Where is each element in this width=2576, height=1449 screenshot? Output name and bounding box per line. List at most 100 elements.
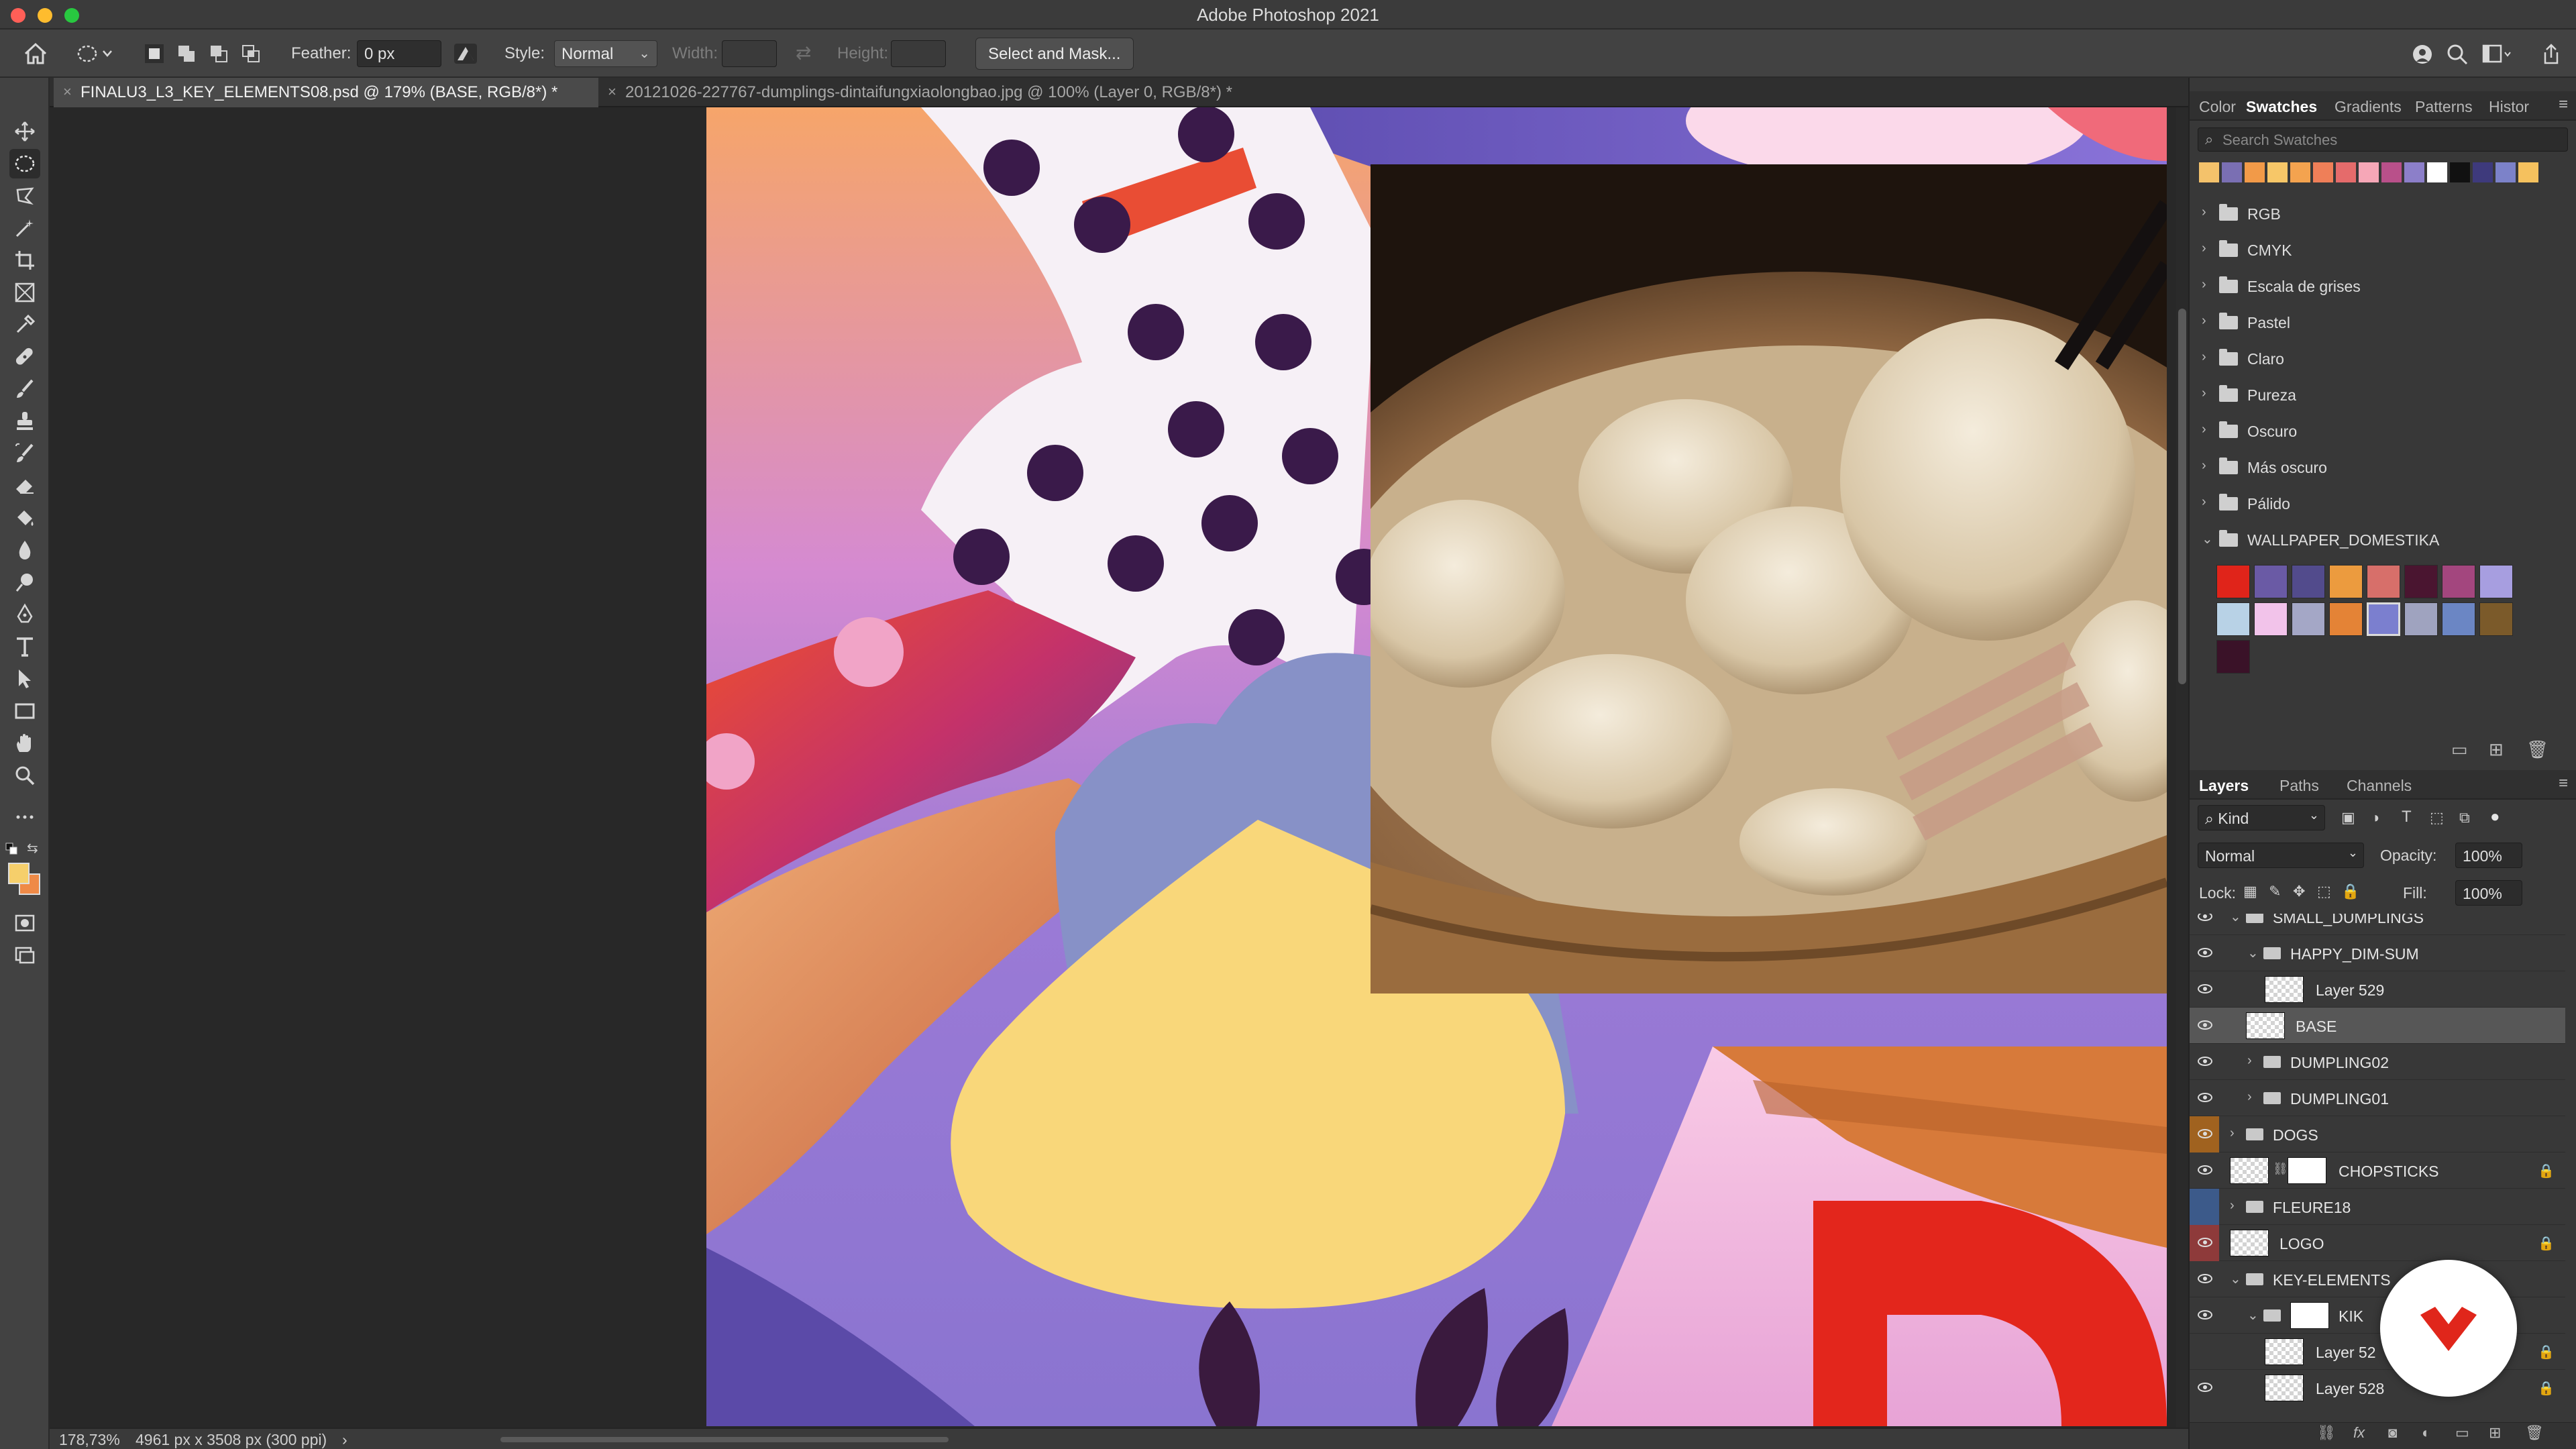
lock-position-icon[interactable]: ✥ <box>2293 883 2305 900</box>
wallpaper-swatch[interactable] <box>2404 565 2438 598</box>
filter-shape-icon[interactable]: ⬚ <box>2430 809 2444 826</box>
layer-filter-kind-select[interactable]: ⌕ Kind ⌄ <box>2198 805 2325 830</box>
wallpaper-swatch[interactable] <box>2292 565 2325 598</box>
wallpaper-swatch[interactable] <box>2479 565 2513 598</box>
recent-swatch[interactable] <box>2404 162 2424 182</box>
magic-wand-tool[interactable] <box>9 213 40 243</box>
lock-artboard-icon[interactable]: ⬚ <box>2317 883 2331 900</box>
select-and-mask-button[interactable]: Select and Mask... <box>975 38 1134 70</box>
swatch-group-claro[interactable]: › Claro <box>2190 341 2576 377</box>
swatch-group-mas-oscuro[interactable]: › Más oscuro <box>2190 449 2576 486</box>
elliptical-marquee-tool[interactable] <box>9 149 40 178</box>
swatch-group-pureza[interactable]: › Pureza <box>2190 377 2576 413</box>
lock-transparency-icon[interactable]: ▦ <box>2243 883 2257 900</box>
adjustment-layer-icon[interactable]: ◐ <box>2422 1424 2430 1442</box>
rectangle-tool[interactable] <box>9 696 40 726</box>
recent-swatch[interactable] <box>2450 162 2470 182</box>
foreground-color-swatch[interactable] <box>8 863 30 884</box>
tab-patterns[interactable]: Patterns <box>2415 98 2473 116</box>
panel-menu-icon[interactable]: ≡ <box>2559 95 2568 114</box>
visibility-toggle[interactable] <box>2190 1152 2219 1189</box>
recent-swatch[interactable] <box>2290 162 2310 182</box>
recent-swatch[interactable] <box>2267 162 2288 182</box>
layer-style-fx-icon[interactable]: fx <box>2353 1424 2365 1442</box>
swatch-group-grayscale[interactable]: › Escala de grises <box>2190 268 2576 305</box>
opacity-input[interactable]: 100% <box>2455 843 2522 868</box>
wallpaper-swatch[interactable] <box>2329 602 2363 636</box>
swatch-group-palido[interactable]: › Pálido <box>2190 486 2576 522</box>
filter-adjustment-icon[interactable]: ◑ <box>2371 809 2379 826</box>
link-layers-icon[interactable]: ⛓ <box>2317 1424 2336 1442</box>
zoom-level[interactable]: 178,73% <box>59 1431 120 1449</box>
chevron-down-icon[interactable]: ⌄ <box>2230 1271 2241 1287</box>
lasso-tool[interactable] <box>9 181 40 211</box>
tab-paths[interactable]: Paths <box>2279 777 2319 795</box>
recent-swatch[interactable] <box>2427 162 2447 182</box>
visibility-toggle[interactable] <box>2190 935 2219 971</box>
tab-gradients[interactable]: Gradients <box>2334 98 2402 116</box>
add-to-selection-icon[interactable] <box>176 43 197 64</box>
chevron-right-icon[interactable]: › <box>2230 1126 2235 1141</box>
swatch-group-oscuro[interactable]: › Oscuro <box>2190 413 2576 449</box>
wallpaper-swatch[interactable] <box>2367 602 2400 636</box>
layer-logo[interactable]: LOGO 🔒 <box>2190 1225 2565 1261</box>
filter-pixel-icon[interactable]: ▣ <box>2341 809 2355 826</box>
elliptical-marquee-preset-icon[interactable] <box>74 43 114 64</box>
horizontal-scroll-thumb[interactable] <box>500 1437 949 1442</box>
wallpaper-swatch[interactable] <box>2329 565 2363 598</box>
crop-tool[interactable] <box>9 246 40 275</box>
hand-tool[interactable] <box>9 729 40 758</box>
vertical-scrollbar[interactable] <box>2176 107 2188 1429</box>
recent-swatch[interactable] <box>2336 162 2356 182</box>
filter-type-icon[interactable]: T <box>2402 808 2412 826</box>
close-tab-icon[interactable]: × <box>63 83 72 101</box>
paint-bucket-tool[interactable] <box>9 503 40 533</box>
workspace-icon[interactable] <box>2482 43 2512 66</box>
eyedropper-tool[interactable] <box>9 310 40 339</box>
tab-history[interactable]: Histor <box>2489 98 2529 116</box>
share-icon[interactable] <box>2411 43 2434 66</box>
layer-happy-dim-sum[interactable]: ⌄ HAPPY_DIM-SUM <box>2190 935 2565 971</box>
visibility-toggle[interactable] <box>2190 1334 2219 1370</box>
layer-dogs[interactable]: › DOGS <box>2190 1116 2565 1152</box>
recent-swatch[interactable] <box>2518 162 2538 182</box>
pen-tool[interactable] <box>9 600 40 629</box>
visibility-toggle[interactable] <box>2190 914 2219 935</box>
search-icon[interactable] <box>2446 43 2469 66</box>
filter-smart-object-icon[interactable]: ⧉ <box>2459 809 2470 826</box>
dodge-tool[interactable] <box>9 568 40 597</box>
home-icon[interactable] <box>23 42 48 66</box>
move-tool[interactable] <box>9 117 40 146</box>
chevron-right-icon[interactable]: › <box>2247 1089 2252 1105</box>
healing-brush-tool[interactable] <box>9 342 40 372</box>
visibility-toggle[interactable] <box>2190 1297 2219 1334</box>
quick-mask-button[interactable] <box>9 908 40 938</box>
visibility-toggle[interactable] <box>2190 1080 2219 1116</box>
chevron-down-icon[interactable]: ⌄ <box>2230 914 2241 925</box>
new-swatch-icon[interactable]: ⊞ <box>2489 739 2504 760</box>
history-brush-tool[interactable] <box>9 439 40 468</box>
new-layer-icon[interactable]: ⊞ <box>2489 1424 2501 1442</box>
visibility-toggle[interactable] <box>2190 1008 2219 1044</box>
wallpaper-swatch[interactable] <box>2254 602 2288 636</box>
screen-mode-button[interactable] <box>9 941 40 970</box>
lock-image-pixels-icon[interactable]: ✎ <box>2269 883 2281 900</box>
layer-dumpling02[interactable]: › DUMPLING02 <box>2190 1044 2565 1080</box>
wallpaper-swatch[interactable] <box>2292 602 2325 636</box>
status-arrow-icon[interactable]: › <box>342 1431 347 1449</box>
layer-mask-thumbnail[interactable] <box>2288 1157 2326 1184</box>
swap-colors-icon[interactable]: ⇆ <box>27 840 38 857</box>
visibility-toggle[interactable] <box>2190 1261 2219 1297</box>
visibility-toggle[interactable] <box>2190 971 2219 1008</box>
layer-small-dumplings[interactable]: ⌄ SMALL_DUMPLINGS <box>2190 914 2565 935</box>
wallpaper-swatch[interactable] <box>2479 602 2513 636</box>
eraser-tool[interactable] <box>9 471 40 500</box>
tab-finalu3-psd[interactable]: × FINALU3_L3_KEY_ELEMENTS08.psd @ 179% (… <box>54 78 598 107</box>
zoom-tool[interactable] <box>9 761 40 790</box>
new-group-icon[interactable]: ▭ <box>2451 739 2468 760</box>
tab-swatches[interactable]: Swatches <box>2246 98 2317 116</box>
subtract-from-selection-icon[interactable] <box>208 43 229 64</box>
chevron-down-icon[interactable]: ⌄ <box>2247 1307 2259 1324</box>
visibility-toggle[interactable] <box>2190 1116 2219 1152</box>
layer-base[interactable]: BASE <box>2190 1008 2565 1044</box>
